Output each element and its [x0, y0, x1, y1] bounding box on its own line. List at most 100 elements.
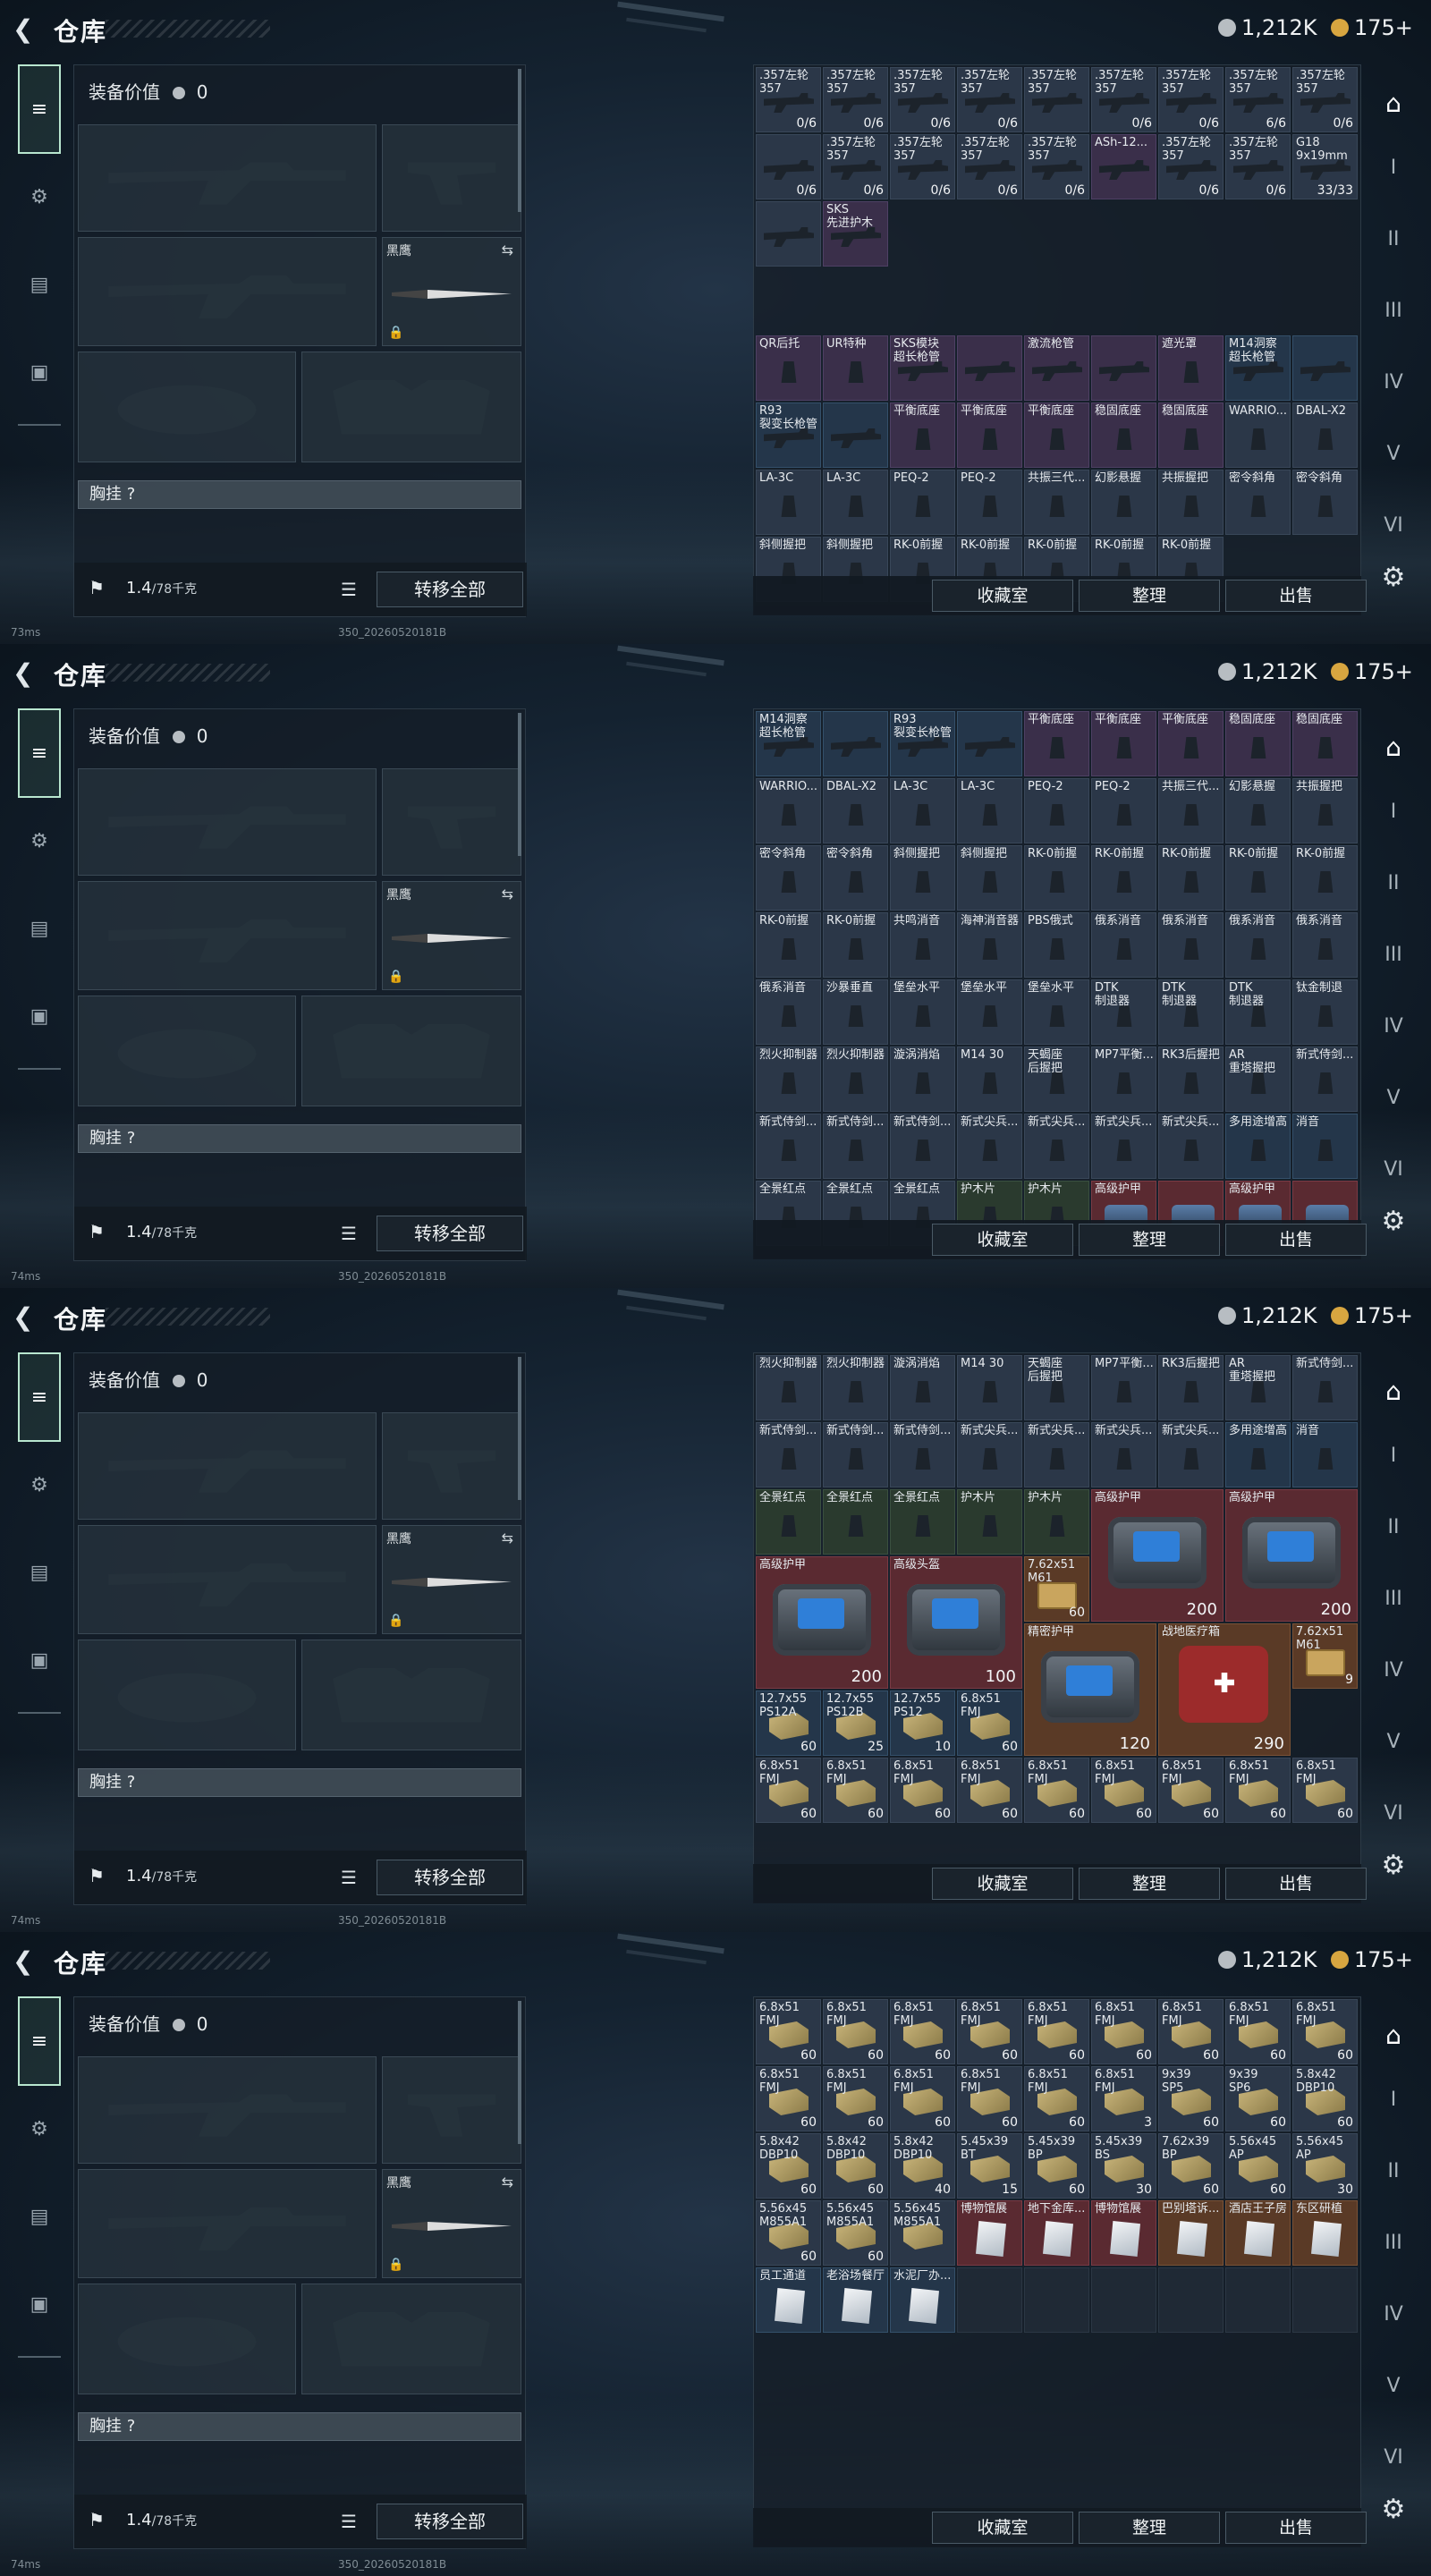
storage-tab-vi-icon[interactable]: VI [1376, 2440, 1411, 2476]
storage-tab-iii-icon[interactable]: III [1376, 937, 1411, 973]
inventory-item[interactable]: 激流枪管 [1024, 335, 1089, 401]
pistol-slot[interactable] [382, 124, 521, 232]
armor-item[interactable]: 高级护甲 200 [1225, 1489, 1358, 1622]
storage-tab-iv-icon[interactable]: IV [1376, 1009, 1411, 1045]
secondary-weapon-slot[interactable] [78, 2169, 377, 2278]
inventory-item[interactable]: M14 30 [957, 1046, 1022, 1112]
inventory-item[interactable]: 新式尖兵... [1158, 1114, 1224, 1179]
tab-backpack[interactable]: ▤ [18, 907, 61, 950]
inventory-item[interactable]: 平衡底座 [890, 402, 955, 468]
tab-armor[interactable]: ⚙ [18, 1463, 61, 1506]
collection-button[interactable]: 收藏室 [932, 1868, 1073, 1900]
inventory-item[interactable]: 全景红点 [756, 1489, 821, 1555]
collection-button[interactable]: 收藏室 [932, 1224, 1073, 1256]
storage-tab-iv-icon[interactable]: IV [1376, 1653, 1411, 1689]
inventory-item[interactable]: 5.8x42 DBP10 40 [890, 2133, 955, 2199]
inventory-item[interactable]: QR后托 [756, 335, 821, 401]
tab-armor[interactable]: ⚙ [18, 819, 61, 862]
inventory-item[interactable]: 6.8x51 FMJ 60 [823, 2066, 888, 2131]
swap-icon[interactable]: ⇆ [502, 2174, 513, 2190]
inventory-item[interactable]: 新式尖兵... [1091, 1422, 1156, 1487]
armor-item[interactable]: 高级护甲 200 [1091, 1489, 1224, 1622]
list-icon[interactable]: ☰ [341, 579, 357, 600]
swap-icon[interactable]: ⇆ [502, 886, 513, 902]
inventory-item[interactable]: 6.8x51 FMJ 60 [890, 1758, 955, 1823]
inventory-item[interactable]: DTK 制退器 [1225, 979, 1291, 1045]
inventory-item[interactable]: 天蝎座 后握把 [1024, 1355, 1089, 1420]
inventory-item[interactable]: 新式侍剑... [890, 1114, 955, 1179]
inventory-item[interactable]: 6.8x51 FMJ 60 [957, 2066, 1022, 2131]
swap-icon[interactable]: ⇆ [502, 1530, 513, 1546]
inventory-item[interactable]: .357左轮 357 0/6 [1158, 134, 1224, 199]
warehouse-tab-icon[interactable]: ⌂ [1376, 2018, 1411, 2054]
inventory-item[interactable]: 斜侧握把 [957, 845, 1022, 911]
pistol-slot[interactable] [382, 2056, 521, 2164]
inventory-item[interactable]: 共振握把 [1158, 470, 1224, 535]
inventory-item[interactable]: 护木片 [957, 1489, 1022, 1555]
inventory-item[interactable]: 漩涡消焰 [890, 1355, 955, 1420]
inventory-item[interactable]: WARRIO... [756, 778, 821, 843]
inventory-item[interactable]: MP7平衡... [1091, 1355, 1156, 1420]
inventory-item[interactable]: .357左轮 357 [1024, 67, 1089, 132]
inventory-item[interactable]: MP7平衡... [1091, 1046, 1156, 1112]
tab-weapons[interactable]: ≡ [18, 708, 61, 798]
back-arrow-icon[interactable]: ❮ [13, 1948, 39, 1975]
inventory-item[interactable] [756, 201, 821, 267]
storage-tab-v-icon[interactable]: V [1376, 1724, 1411, 1760]
inventory-item[interactable]: 6.8x51 FMJ 60 [756, 1758, 821, 1823]
inventory-item[interactable]: 7.62x39 BP 60 [1158, 2133, 1224, 2199]
storage-tab-iv-icon[interactable]: IV [1376, 2297, 1411, 2333]
inventory-item[interactable]: 5.56x45 M855A1 60 [756, 2200, 821, 2266]
storage-tab-ii-icon[interactable]: II [1376, 1510, 1411, 1546]
inventory-item[interactable]: 幻影悬握 [1225, 778, 1291, 843]
storage-tab-vi-icon[interactable]: VI [1376, 1152, 1411, 1188]
inventory-item[interactable]: 烈火抑制器 [756, 1355, 821, 1420]
inventory-item[interactable] [957, 711, 1022, 776]
inventory-item[interactable]: .357左轮 357 0/6 [1225, 134, 1291, 199]
warehouse-tab-icon[interactable]: ⌂ [1376, 730, 1411, 766]
chest-rig-slot[interactable]: 胸挂 ? [78, 480, 521, 509]
inventory-item[interactable]: 0/6 [756, 134, 821, 199]
inventory-item[interactable]: 烈火抑制器 [823, 1046, 888, 1112]
inventory-item[interactable]: 6.8x51 FMJ 60 [756, 1999, 821, 2064]
tab-backpack[interactable]: ▤ [18, 1551, 61, 1594]
warehouse-tab-icon[interactable]: ⌂ [1376, 86, 1411, 122]
inventory-item[interactable]: 6.8x51 FMJ 60 [1158, 1999, 1224, 2064]
inventory-item[interactable]: .357左轮 357 0/6 [1024, 134, 1089, 199]
inventory-item[interactable]: 6.8x51 FMJ 60 [890, 2066, 955, 2131]
back-arrow-icon[interactable]: ❮ [13, 1304, 39, 1331]
tab-case[interactable]: ▣ [18, 1639, 61, 1682]
inventory-item[interactable]: 新式侍剑... [756, 1422, 821, 1487]
inventory-item[interactable]: 共振三代... [1024, 470, 1089, 535]
gold-balance[interactable]: 175+ [1331, 658, 1413, 685]
inventory-item[interactable]: 新式侍剑... [1292, 1046, 1358, 1112]
settings-gear-icon[interactable]: ⚙ [1377, 1850, 1410, 1882]
inventory-item[interactable]: .357左轮 357 0/6 [1091, 67, 1156, 132]
settings-gear-icon[interactable]: ⚙ [1377, 1206, 1410, 1238]
inventory-item[interactable]: 稳固底座 [1158, 402, 1224, 468]
inventory-item[interactable]: SKS 先进护木 [823, 201, 888, 267]
inventory-item[interactable]: DTK 制退器 [1091, 979, 1156, 1045]
tab-backpack[interactable]: ▤ [18, 263, 61, 306]
inventory-item[interactable]: 海神消音器 [957, 912, 1022, 978]
inventory-item[interactable]: WARRIO... [1225, 402, 1291, 468]
inventory-item[interactable]: 密令斜角 [1225, 470, 1291, 535]
storage-tab-v-icon[interactable]: V [1376, 2368, 1411, 2404]
inventory-item[interactable]: M14 30 [957, 1355, 1022, 1420]
helmet-slot[interactable] [78, 1640, 296, 1750]
inventory-item[interactable]: 新式侍剑... [823, 1422, 888, 1487]
tab-case[interactable]: ▣ [18, 995, 61, 1038]
inventory-item[interactable]: ASh-12... [1091, 134, 1156, 199]
tab-weapons[interactable]: ≡ [18, 1352, 61, 1442]
inventory-item[interactable]: RK-0前握 [1024, 845, 1089, 911]
inventory-item[interactable]: 堡垒水平 [957, 979, 1022, 1045]
transfer-all-button[interactable]: 转移全部 [377, 1216, 523, 1251]
inventory-item[interactable]: AR 重塔握把 [1225, 1046, 1291, 1112]
tab-case[interactable]: ▣ [18, 351, 61, 394]
inventory-item[interactable]: 5.56x45 M855A1 60 [823, 2200, 888, 2266]
inventory-item[interactable]: 漩涡消焰 [890, 1046, 955, 1112]
inventory-item[interactable]: 平衡底座 [1091, 711, 1156, 776]
inventory-item[interactable]: 新式尖兵... [1091, 1114, 1156, 1179]
inventory-item[interactable]: .357左轮 357 0/6 [823, 134, 888, 199]
inventory-item[interactable]: .357左轮 357 0/6 [890, 67, 955, 132]
